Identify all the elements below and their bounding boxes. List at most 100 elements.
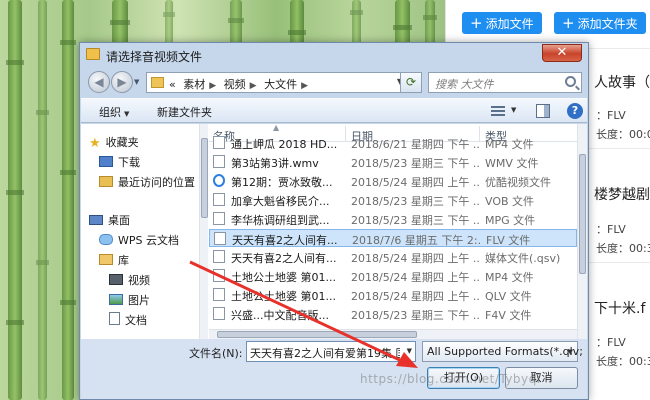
video-library-icon (109, 274, 123, 285)
nav-libraries[interactable]: 库 (99, 252, 129, 268)
file-list-scrollbar[interactable] (577, 124, 587, 339)
list-item-title: 人故事（ (594, 75, 650, 91)
file-list: ▲ 名称 日期 类型 通上岬瓜 2018 HD... 2018/6/21 星期四… (209, 124, 587, 339)
file-icon (214, 232, 226, 245)
help-icon[interactable]: ? (567, 103, 583, 119)
list-item-length: 长度：00:04 (596, 128, 650, 141)
table-row-selected[interactable]: 天天有喜2之人间有... 2018/7/6 星期五 下午 2:... FLV 文… (209, 229, 577, 247)
nav-recent[interactable]: 最近访问的位置 (99, 174, 195, 190)
filename-value[interactable]: 天天有喜2之人间有爱第19集 国语 (250, 345, 400, 361)
star-icon: ★ (89, 136, 101, 151)
table-row[interactable]: 兴盛...中文配音版... 2018/5/23 星期三 下午 ... F4V 文… (209, 305, 577, 323)
scrollbar-thumb[interactable] (201, 138, 208, 218)
chevron-right-icon[interactable]: ▶ (209, 81, 216, 91)
nav-documents[interactable]: 文档 (109, 312, 147, 328)
folder-icon (151, 77, 164, 88)
table-row[interactable]: 土地公土地婆 第01... 2018/5/24 星期四 上午 ... QLV 文… (209, 286, 577, 304)
nav-videos[interactable]: 视频 (109, 272, 150, 288)
file-icon (213, 288, 225, 301)
search-box[interactable]: 搜索 大文件 (428, 72, 582, 93)
refresh-button[interactable]: ⟳ (400, 72, 422, 93)
table-row[interactable]: 李华栋调研组到武... 2018/5/23 星期三 下午 ... MPG 文件 (209, 210, 577, 228)
document-library-icon (109, 312, 120, 325)
view-dropdown-icon[interactable]: ▼ (511, 106, 516, 114)
toolbar: 组织 ▼ 新建文件夹 ▼ ? (81, 98, 587, 123)
chevron-down-icon[interactable]: ▼ (407, 347, 412, 355)
open-file-dialog: 请选择音视频文件 ✕ ◀ ▶ ▼ « 素材 ▶ 视频 ▶ 大文件 ▶ ▼ ⟳ 搜索 大… (79, 42, 589, 400)
scrollbar-thumb[interactable] (579, 154, 586, 274)
dialog-title: 请选择音视频文件 (106, 50, 203, 64)
scrollbar-thumb[interactable] (217, 331, 417, 338)
navigation-pane: ★ 收藏夹 下载 最近访问的位置 桌面 WPS 云文档 库 视频 图片 文档 (81, 124, 199, 339)
file-icon (213, 250, 225, 263)
nav-wps-cloud[interactable]: WPS 云文档 (99, 232, 179, 248)
list-item-meta: ：FLV (596, 109, 626, 122)
forward-icon: ▶ (117, 75, 127, 89)
pane-icon[interactable] (536, 104, 550, 118)
table-row[interactable]: 通上岬瓜 2018 HD... 2018/6/21 星期四 下午 ... MP4… (209, 134, 577, 152)
table-row[interactable]: 第12期：贾冰致敬... 2018/5/24 星期四 上午 ... 优酷视频文件 (209, 172, 577, 190)
file-icon (213, 136, 225, 149)
search-input[interactable]: 搜索 大文件 (435, 76, 494, 92)
breadcrumb-item[interactable]: 大文件 (264, 78, 297, 91)
new-folder-button[interactable]: 新建文件夹 (157, 104, 212, 120)
forward-button[interactable]: ▶ (111, 71, 133, 93)
address-bar[interactable]: « 素材▶ 视频▶ 大文件▶ ▼ (146, 72, 422, 93)
back-button[interactable]: ◀ (88, 71, 110, 93)
address-row: ◀ ▶ ▼ « 素材▶ 视频▶ 大文件▶ ▼ ⟳ 搜索 大文件 (86, 69, 582, 97)
cloud-icon (99, 234, 113, 245)
breadcrumb-item[interactable]: 视频 (224, 78, 246, 91)
dialog-content: ★ 收藏夹 下载 最近访问的位置 桌面 WPS 云文档 库 视频 图片 文档 ▲ … (81, 124, 587, 339)
nav-desktop[interactable]: 桌面 (89, 212, 130, 228)
chevron-right-icon[interactable]: ▶ (250, 81, 257, 91)
file-icon (213, 155, 225, 168)
view-icon[interactable] (491, 104, 505, 118)
table-row[interactable]: 天天有喜2之人间有... 2018/5/24 星期四 上午 ... 媒体文件(.… (209, 248, 577, 266)
history-dropdown-icon[interactable]: ▼ (134, 78, 139, 86)
search-icon (565, 76, 576, 87)
watermark: https://blog.csdn.net/Tybyqi (360, 372, 541, 386)
desktop-icon (89, 215, 103, 225)
recent-places-icon (99, 176, 113, 187)
list-item-meta: ：FLV (596, 223, 626, 236)
file-icon (213, 212, 225, 225)
horizontal-scrollbar[interactable] (209, 329, 577, 339)
chevron-right-icon[interactable]: ▶ (301, 81, 308, 91)
organize-menu[interactable]: 组织 ▼ (99, 104, 129, 120)
file-icon (213, 307, 225, 320)
list-item-length: 长度：00:34 (596, 242, 650, 255)
table-row[interactable]: 土地公土地婆 第01... 2018/5/24 星期四 上午 ... MP4 文… (209, 267, 577, 285)
chevron-down-icon[interactable]: ▼ (568, 348, 573, 356)
nav-downloads[interactable]: 下载 (99, 154, 140, 170)
file-icon (213, 269, 225, 282)
picture-library-icon (109, 294, 123, 305)
file-type-value: All Supported Formats(*.qlv; (427, 345, 583, 358)
breadcrumb: « 素材 ▶ 视频 ▶ 大文件 ▶ (169, 76, 312, 92)
breadcrumb-overflow[interactable]: « (169, 78, 176, 91)
nav-scrollbar[interactable] (199, 124, 208, 339)
nav-pictures[interactable]: 图片 (109, 292, 150, 308)
plus-icon: + (470, 14, 483, 32)
plus-icon: + (562, 14, 575, 32)
table-row[interactable]: 第3站第3讲.wmv 2018/5/23 星期三 下午 ... WMV 文件 (209, 153, 577, 171)
close-button[interactable]: ✕ (542, 44, 582, 62)
list-item-title: 楼梦越剧 (594, 187, 650, 203)
breadcrumb-item[interactable]: 素材 (183, 78, 205, 91)
filename-field[interactable]: 天天有喜2之人间有爱第19集 国语 ▼ (246, 341, 416, 362)
nav-favorites[interactable]: ★ 收藏夹 (89, 134, 139, 150)
dialog-titlebar[interactable]: 请选择音视频文件 ✕ (80, 43, 588, 67)
add-folder-button[interactable]: + 添加文件夹 (554, 12, 646, 34)
table-row[interactable]: 加拿大魁省移民介... 2018/5/23 星期三 下午 ... VOB 文件 (209, 191, 577, 209)
file-icon (213, 193, 225, 206)
download-folder-icon (99, 156, 113, 167)
add-file-button[interactable]: + 添加文件 (462, 12, 542, 34)
back-icon: ◀ (94, 75, 104, 89)
dialog-footer: 文件名(N): 天天有喜2之人间有爱第19集 国语 ▼ All Supporte… (81, 339, 587, 399)
filename-label: 文件名(N): (189, 347, 243, 360)
list-item-length: 长度：00:33 (596, 355, 650, 368)
folder-icon (86, 48, 100, 60)
list-item-meta: ：FLV (596, 336, 626, 349)
sort-arrow-icon: ▲ (273, 124, 280, 132)
file-type-select[interactable]: All Supported Formats(*.qlv; ▼ (422, 341, 583, 362)
refresh-icon: ⟳ (405, 75, 417, 89)
